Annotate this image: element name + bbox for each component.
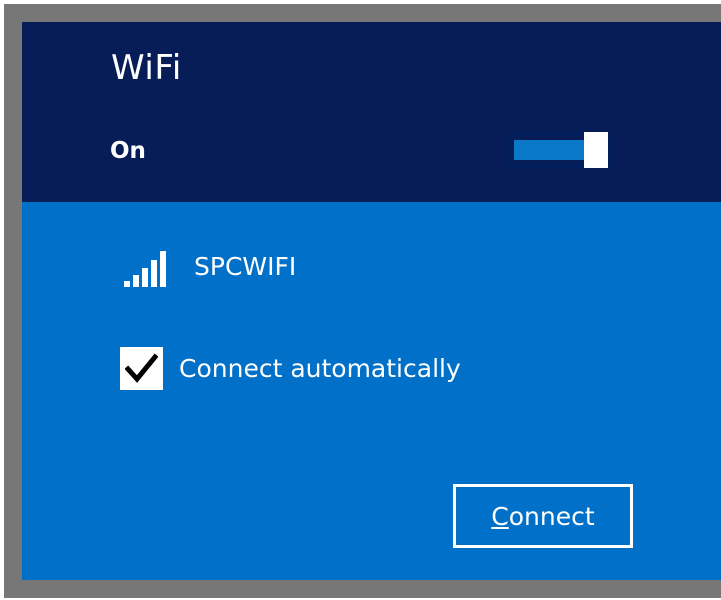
checkmark-icon [125, 353, 158, 383]
network-panel: SPCWIFI Connect automatically Connect [22, 202, 721, 580]
wifi-header: WiFi On [22, 22, 721, 202]
connect-accelerator: C [491, 501, 509, 531]
toggle-thumb[interactable] [584, 132, 608, 168]
signal-bar-4 [151, 260, 157, 287]
connect-button[interactable]: Connect [453, 484, 633, 548]
signal-bar-1 [124, 281, 130, 287]
connect-automatically-option[interactable]: Connect automatically [120, 347, 620, 397]
signal-bar-2 [133, 275, 139, 287]
connect-automatically-label: Connect automatically [179, 354, 461, 383]
wifi-state-label: On [110, 138, 146, 164]
wifi-toggle[interactable] [509, 132, 609, 168]
connect-automatically-checkbox[interactable] [120, 347, 163, 390]
signal-bar-3 [142, 268, 148, 287]
network-name: SPCWIFI [194, 252, 297, 281]
flyout-footer [22, 587, 721, 598]
wifi-flyout: WiFi On SPCWIFI Connect automatically Co… [4, 4, 721, 598]
toggle-track-fill [514, 140, 586, 160]
connect-label-rest: onnect [508, 501, 595, 531]
panel-title: WiFi [111, 48, 182, 88]
network-item[interactable]: SPCWIFI [118, 232, 518, 292]
wifi-signal-icon [124, 251, 174, 287]
signal-bar-5 [160, 251, 166, 287]
